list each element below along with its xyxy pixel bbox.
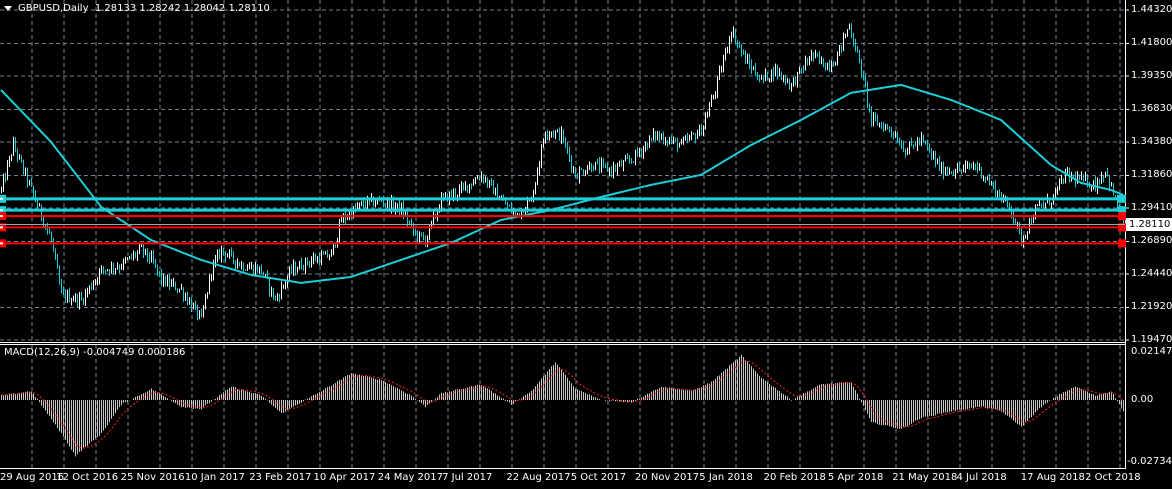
macd-axis-zero: 0.00: [1131, 394, 1154, 405]
date-tick-label: 20 Nov 2017: [635, 472, 700, 483]
price-tick-label: 1.19470: [1131, 334, 1172, 345]
date-tick-label: 21 May 2018: [892, 472, 958, 483]
line-handle-right: [1118, 212, 1126, 221]
date-tick-label: 4 Jul 2018: [956, 472, 1007, 483]
date-tick-label: 23 Feb 2017: [249, 472, 312, 483]
macd-axis-max: 0.021478: [1131, 346, 1172, 357]
price-tick-label: 1.24440: [1131, 268, 1172, 279]
date-tick-label: 22 Aug 2017: [506, 472, 571, 483]
price-tick-label: 1.29410: [1131, 202, 1172, 213]
date-tick-label: 29 Aug 2016: [0, 472, 65, 483]
price-tick-label: 1.34380: [1131, 136, 1172, 147]
date-tick-label: 5 Jan 2018: [699, 472, 753, 483]
line-handle-dot: [0, 209, 3, 212]
price-tick-label: 1.41800: [1131, 37, 1172, 49]
date-tick-label: 24 May 2017: [377, 472, 444, 483]
line-handle-dot: [0, 242, 3, 245]
line-handle-right: [1118, 239, 1126, 248]
price-tick-label: 1.21920: [1131, 301, 1172, 313]
date-tick-label: 10 Apr 2017: [313, 472, 376, 483]
date-tick-label: 7 Jul 2017: [442, 472, 493, 483]
date-tick-label: 20 Feb 2018: [763, 472, 826, 483]
macd-axis-min: -0.027346: [1127, 456, 1172, 467]
line-handle-dot: [0, 215, 3, 218]
date-tick-label: 5 Oct 2017: [570, 472, 627, 483]
dropdown-triangle-icon[interactable]: [4, 5, 12, 11]
date-tick-label: 25 Nov 2016: [120, 472, 185, 483]
price-tick-label: 1.31860: [1131, 169, 1172, 181]
price-tick-label: 1.36830: [1131, 103, 1172, 115]
symbol-label: GBPUSD,Daily: [18, 3, 89, 14]
current-price-label: 1.28110: [1126, 218, 1172, 231]
price-chart[interactable]: [0, 0, 1172, 489]
line-handle-right: [1118, 194, 1126, 203]
line-handle-dot: [0, 226, 3, 229]
moving-average-line: [0, 83, 1124, 284]
price-tick-label: 1.39350: [1131, 70, 1172, 81]
date-tick-label: 12 Oct 2016: [56, 472, 119, 483]
date-tick-label: 10 Jan 2017: [184, 472, 245, 483]
price-tick-label: 1.44320: [1131, 4, 1172, 15]
ohlc-values: 1.28133 1.28242 1.28042 1.28110: [94, 3, 270, 14]
price-tick-label: 1.26890: [1131, 235, 1172, 247]
line-handle-dot: [0, 197, 3, 200]
date-tick-label: 5 Apr 2018: [827, 472, 884, 483]
chart-title: GBPUSD,Daily 1.28133 1.28242 1.28042 1.2…: [4, 3, 270, 14]
chart-window[interactable]: GBPUSD,Daily 1.28133 1.28242 1.28042 1.2…: [0, 0, 1172, 489]
macd-title: MACD(12,26,9) -0.004749 0.000186: [4, 347, 186, 358]
date-tick-label: 2 Oct 2018: [1085, 472, 1141, 483]
date-tick-label: 17 Aug 2018: [1020, 472, 1085, 483]
